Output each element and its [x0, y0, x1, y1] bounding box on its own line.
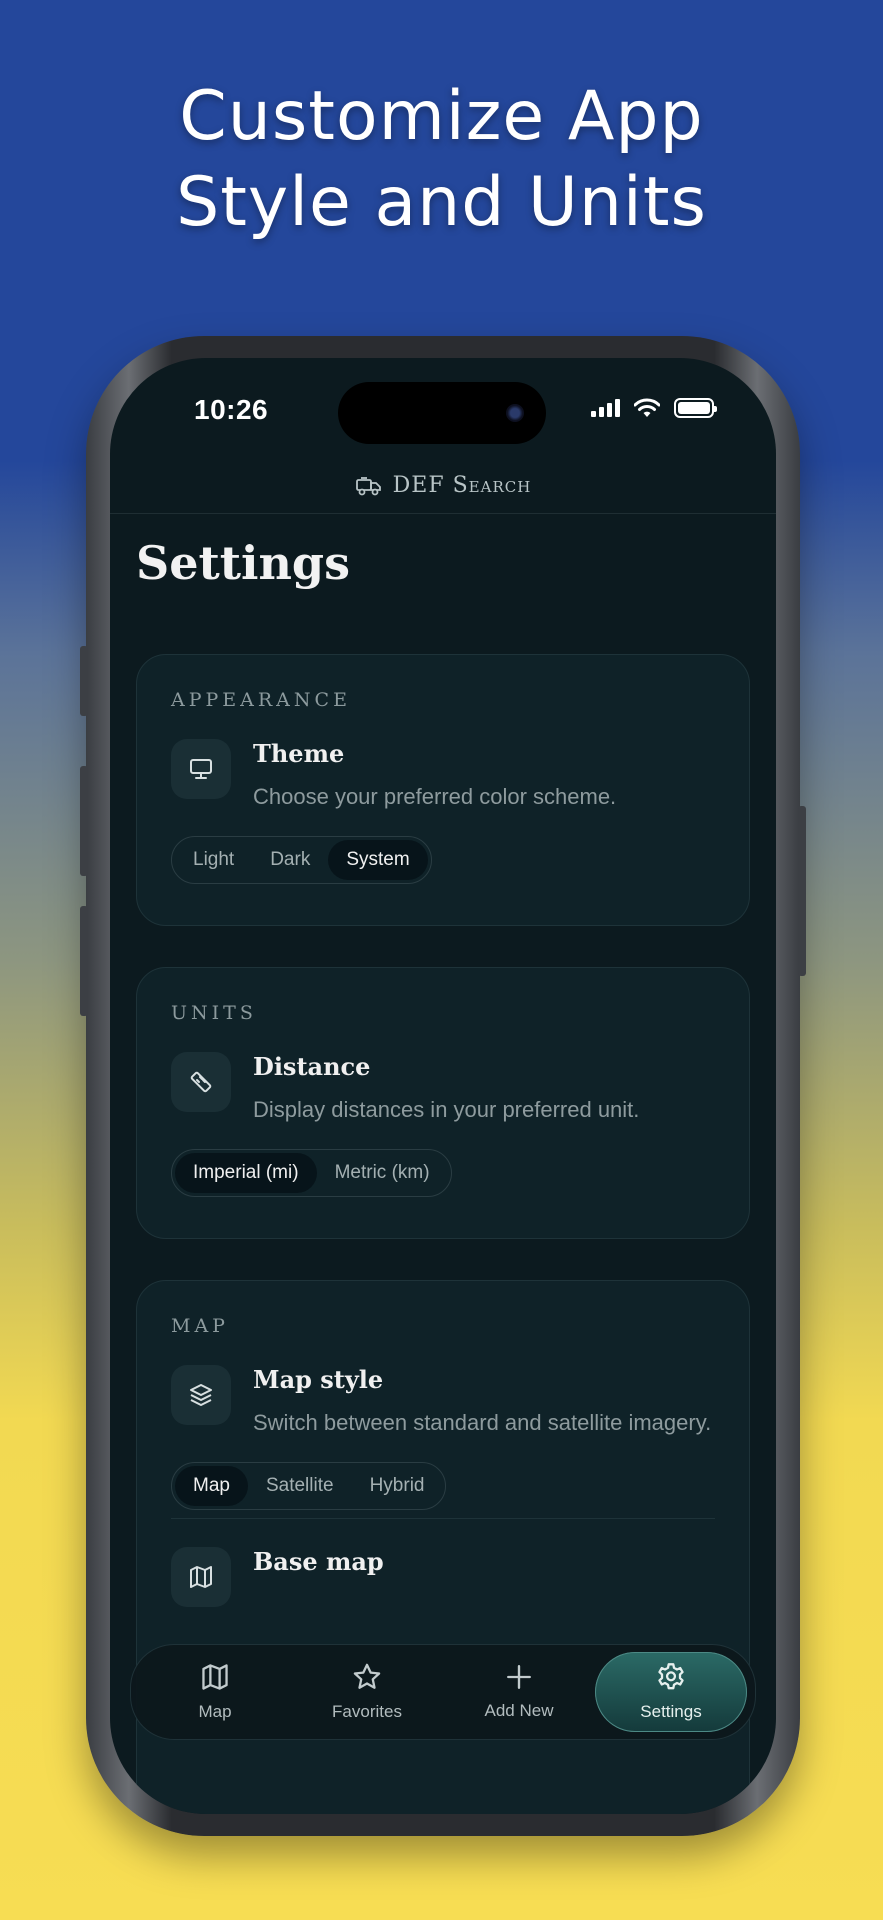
theme-option-system[interactable]: System: [328, 840, 428, 880]
app-bar: DEF Search: [110, 458, 776, 514]
section-label-units: UNITS: [171, 1002, 257, 1024]
map-style-option-satellite[interactable]: Satellite: [248, 1466, 352, 1506]
volume-down-button: [80, 906, 88, 1016]
truck-icon: [355, 476, 381, 495]
distance-option-metric[interactable]: Metric (km): [317, 1153, 448, 1193]
layers-icon: [171, 1365, 231, 1425]
distance-segmented-control: Imperial (mi) Metric (km): [171, 1149, 452, 1197]
headline-line-2: Style and Units: [176, 163, 707, 242]
tab-label-add-new: Add New: [484, 1701, 554, 1720]
gear-icon: [658, 1663, 684, 1690]
distance-title: Distance: [253, 1052, 371, 1081]
dynamic-island: [338, 382, 546, 444]
map-style-row: Map style Switch between standard and sa…: [171, 1365, 715, 1440]
tab-settings[interactable]: Settings: [595, 1652, 747, 1732]
status-time: 10:26: [194, 394, 269, 425]
theme-option-light[interactable]: Light: [175, 840, 252, 880]
phone-frame: 10:26 DEF Search Settings APPEARANCE The…: [80, 336, 806, 1836]
status-bar: 10:26: [110, 358, 776, 444]
plus-icon: [507, 1665, 531, 1689]
mute-switch: [80, 646, 88, 716]
camera-icon: [506, 404, 524, 422]
wifi-icon: [634, 398, 660, 417]
section-label-appearance: APPEARANCE: [171, 689, 351, 711]
tab-label-favorites: Favorites: [332, 1702, 402, 1721]
units-card: UNITS Distance Display distances in your…: [136, 967, 750, 1239]
monitor-icon: [171, 739, 231, 799]
ruler-icon: [171, 1052, 231, 1112]
distance-option-imperial[interactable]: Imperial (mi): [175, 1153, 317, 1193]
tab-label-map: Map: [198, 1702, 232, 1721]
map-style-option-hybrid[interactable]: Hybrid: [352, 1466, 443, 1506]
phone-screen: 10:26 DEF Search Settings APPEARANCE The…: [110, 358, 776, 1814]
power-button: [798, 806, 806, 976]
distance-row: Distance Display distances in your prefe…: [171, 1052, 715, 1127]
page-title: Settings: [136, 536, 350, 590]
base-map-row: Base map: [171, 1547, 715, 1607]
map-icon: [202, 1664, 228, 1690]
base-map-title: Base map: [253, 1547, 384, 1576]
theme-row: Theme Choose your preferred color scheme…: [171, 739, 715, 814]
tab-label-settings: Settings: [640, 1702, 702, 1721]
bottom-tab-bar: Map Favorites Add New Settings: [130, 1644, 756, 1740]
tab-favorites[interactable]: Favorites: [291, 1652, 443, 1732]
divider: [171, 1518, 715, 1519]
volume-up-button: [80, 766, 88, 876]
signal-icon: [591, 399, 620, 417]
map-style-description: Switch between standard and satellite im…: [253, 1410, 712, 1435]
star-icon: [353, 1663, 381, 1689]
tab-map[interactable]: Map: [139, 1652, 291, 1732]
promo-headline: Customize App Style and Units: [0, 74, 883, 246]
headline-line-1: Customize App: [179, 77, 704, 156]
theme-option-dark[interactable]: Dark: [252, 840, 328, 880]
theme-title: Theme: [253, 739, 345, 768]
map-style-title: Map style: [253, 1365, 384, 1394]
appearance-card: APPEARANCE Theme Choose your preferred c…: [136, 654, 750, 926]
distance-description: Display distances in your preferred unit…: [253, 1097, 640, 1122]
app-brand: DEF Search: [392, 473, 532, 498]
tab-add-new[interactable]: Add New: [443, 1652, 595, 1732]
map-icon: [171, 1547, 231, 1607]
map-style-option-map[interactable]: Map: [175, 1466, 248, 1506]
map-style-segmented-control: Map Satellite Hybrid: [171, 1462, 447, 1510]
theme-description: Choose your preferred color scheme.: [253, 784, 617, 809]
battery-icon: [674, 398, 717, 418]
status-icons: [591, 398, 717, 418]
theme-segmented-control: Light Dark System: [171, 836, 432, 884]
section-label-map: MAP: [171, 1315, 229, 1337]
